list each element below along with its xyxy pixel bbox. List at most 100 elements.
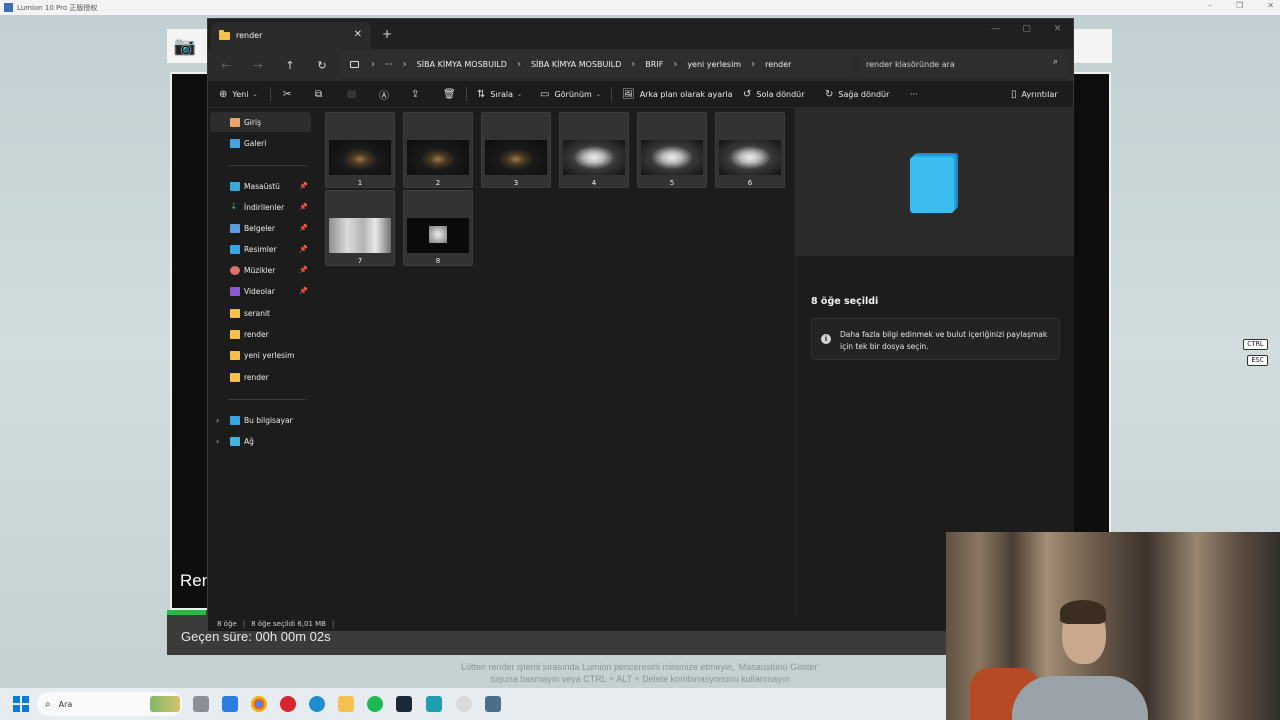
back-arrow-icon[interactable]: ← [217,56,235,74]
maximize-icon[interactable]: ▢ [1011,19,1042,39]
more-options-button[interactable]: ··· [910,81,918,107]
minimize-icon[interactable]: – [1208,1,1212,10]
rotate-right-button[interactable]: ↻ Sağa döndür [825,81,889,107]
rename-button[interactable]: Ⓐ [379,81,394,107]
sidebar-item-label: render [244,329,269,339]
share-button[interactable]: ⇪ [411,81,424,107]
chevron-down-icon: ⌄ [595,90,601,98]
new-tab-icon[interactable]: + [382,28,392,40]
sidebar-item-gallery[interactable]: Galeri [210,133,311,153]
file-explorer-icon[interactable] [338,696,354,712]
home-icon [230,117,240,127]
sidebar-item-videos[interactable]: Videolar 📌 [210,281,311,301]
cut-button[interactable]: ✂ [283,81,296,107]
command-bar: ⊕ Yeni ⌄ ✂ ⧉ ▤ Ⓐ ⇪ 🗑 ⇅ Sırala ⌄ ▭ Görünü… [208,81,1073,107]
tab-render[interactable]: render ✕ [211,22,371,49]
sidebar-item-folder[interactable]: render [210,367,311,387]
search-input[interactable]: render klasöründe ara ⌕ [858,51,1066,77]
sidebar-item-label: yeni yerlesim [244,350,295,360]
close-icon[interactable]: ✕ [1042,19,1073,39]
sidebar-item-home[interactable]: Giriş [210,112,311,132]
pin-icon[interactable]: 📌 [299,287,308,295]
file-thumbnail[interactable]: 1 [325,112,395,188]
chevron-right-icon: › [751,58,756,70]
image-thumbnail [329,140,391,175]
file-thumbnail[interactable]: 6 [715,112,785,188]
chevron-right-icon: › [516,58,521,70]
forward-arrow-icon[interactable]: → [249,56,267,74]
up-arrow-icon[interactable]: ↑ [281,56,299,74]
info-card: i Daha fazla bilgi edinmek ve bulut içer… [811,318,1060,360]
breadcrumb-item[interactable]: SİBA KİMYA MOSBUILD [531,60,621,69]
file-thumbnail[interactable]: 4 [559,112,629,188]
task-view-icon[interactable] [193,696,209,712]
chevron-right-icon[interactable]: › [216,416,219,425]
sidebar-item-documents[interactable]: Belgeler 📌 [210,218,311,238]
sidebar-item-pictures[interactable]: Resimler 📌 [210,239,311,259]
sidebar-item-folder[interactable]: render [210,324,311,344]
app-icon[interactable] [456,696,472,712]
camera-icon[interactable]: 📷 [171,33,199,59]
pin-icon[interactable]: 📌 [299,224,308,232]
file-name: 5 [669,179,675,187]
minimize-icon[interactable]: — [980,19,1011,39]
lumion-titlebar: Lumion 10 Pro 正版授权 – ❐ ✕ [0,0,1280,15]
file-name: 7 [357,257,363,265]
file-thumbnail[interactable]: 2 [403,112,473,188]
person-hair [1060,600,1106,624]
breadcrumb-item[interactable]: SİBA KİMYA MOSBUILD [417,60,507,69]
pin-icon[interactable]: 📌 [299,203,308,211]
address-bar[interactable]: › ··· › SİBA KİMYA MOSBUILD › SİBA KİMYA… [342,51,854,77]
pin-icon[interactable]: 📌 [299,266,308,274]
breadcrumb-item[interactable]: render [765,60,791,69]
tab-close-icon[interactable]: ✕ [354,29,362,40]
breadcrumb-ellipsis[interactable]: ··· [385,60,393,69]
close-icon[interactable]: ✕ [1267,1,1274,10]
sidebar-item-folder[interactable]: seranit [210,303,311,323]
file-thumbnail[interactable]: 7 [325,190,395,266]
scissors-icon: ✂ [283,88,292,100]
details-button[interactable]: ▯ Ayrıntılar [1011,81,1058,107]
sidebar-item-label: Masaüstü [244,181,280,191]
sidebar-item-this-pc[interactable]: › Bu bilgisayar [210,410,311,430]
opera-icon[interactable] [280,696,296,712]
outlook-icon[interactable] [222,696,238,712]
file-thumbnail[interactable]: 3 [481,112,551,188]
file-name: 4 [591,179,597,187]
search-placeholder: render klasöründe ara [866,59,955,69]
pin-icon[interactable]: 📌 [299,182,308,190]
sidebar-item-desktop[interactable]: Masaüstü 📌 [210,176,311,196]
restore-icon[interactable]: ❐ [1236,1,1243,10]
file-thumbnail[interactable]: 8 [403,190,473,266]
breadcrumb-item[interactable]: yeni yerlesim [687,60,741,69]
set-background-button[interactable]: 🖼 Arka plan olarak ayarla [622,81,733,107]
more-icon: ··· [910,89,918,99]
paste-button[interactable]: ▤ [347,81,361,107]
breadcrumb-item[interactable]: BRIF [645,60,663,69]
lumion-window-controls: – ❐ ✕ [1208,1,1274,10]
sidebar-item-downloads[interactable]: ↓ İndirilenler 📌 [210,197,311,217]
chrome-icon[interactable] [251,696,267,712]
copy-button[interactable]: ⧉ [315,81,327,107]
windows-start-icon[interactable] [13,696,29,712]
sort-button[interactable]: ⇅ Sırala ⌄ [477,81,522,107]
sketchup-icon[interactable] [426,696,442,712]
delete-button[interactable]: 🗑 [443,81,461,107]
divider: | [242,619,246,628]
search-highlight-icon[interactable] [150,696,180,712]
chevron-right-icon[interactable]: › [216,437,219,446]
new-button[interactable]: ⊕ Yeni ⌄ [219,81,257,107]
rotate-left-button[interactable]: ↺ Sola döndür [743,81,805,107]
refresh-icon[interactable]: ↻ [313,56,331,74]
sidebar-item-network[interactable]: › Ağ [210,431,311,451]
file-thumbnail[interactable]: 5 [637,112,707,188]
lumion-taskbar-icon[interactable] [485,696,501,712]
view-button[interactable]: ▭ Görünüm ⌄ [540,81,601,107]
edge-icon[interactable] [309,696,325,712]
folder-icon [230,329,240,339]
spotify-icon[interactable] [367,696,383,712]
pin-icon[interactable]: 📌 [299,245,308,253]
sidebar-item-music[interactable]: Müzikler 📌 [210,260,311,280]
steam-icon[interactable] [396,696,412,712]
sidebar-item-folder[interactable]: yeni yerlesim [210,345,311,365]
